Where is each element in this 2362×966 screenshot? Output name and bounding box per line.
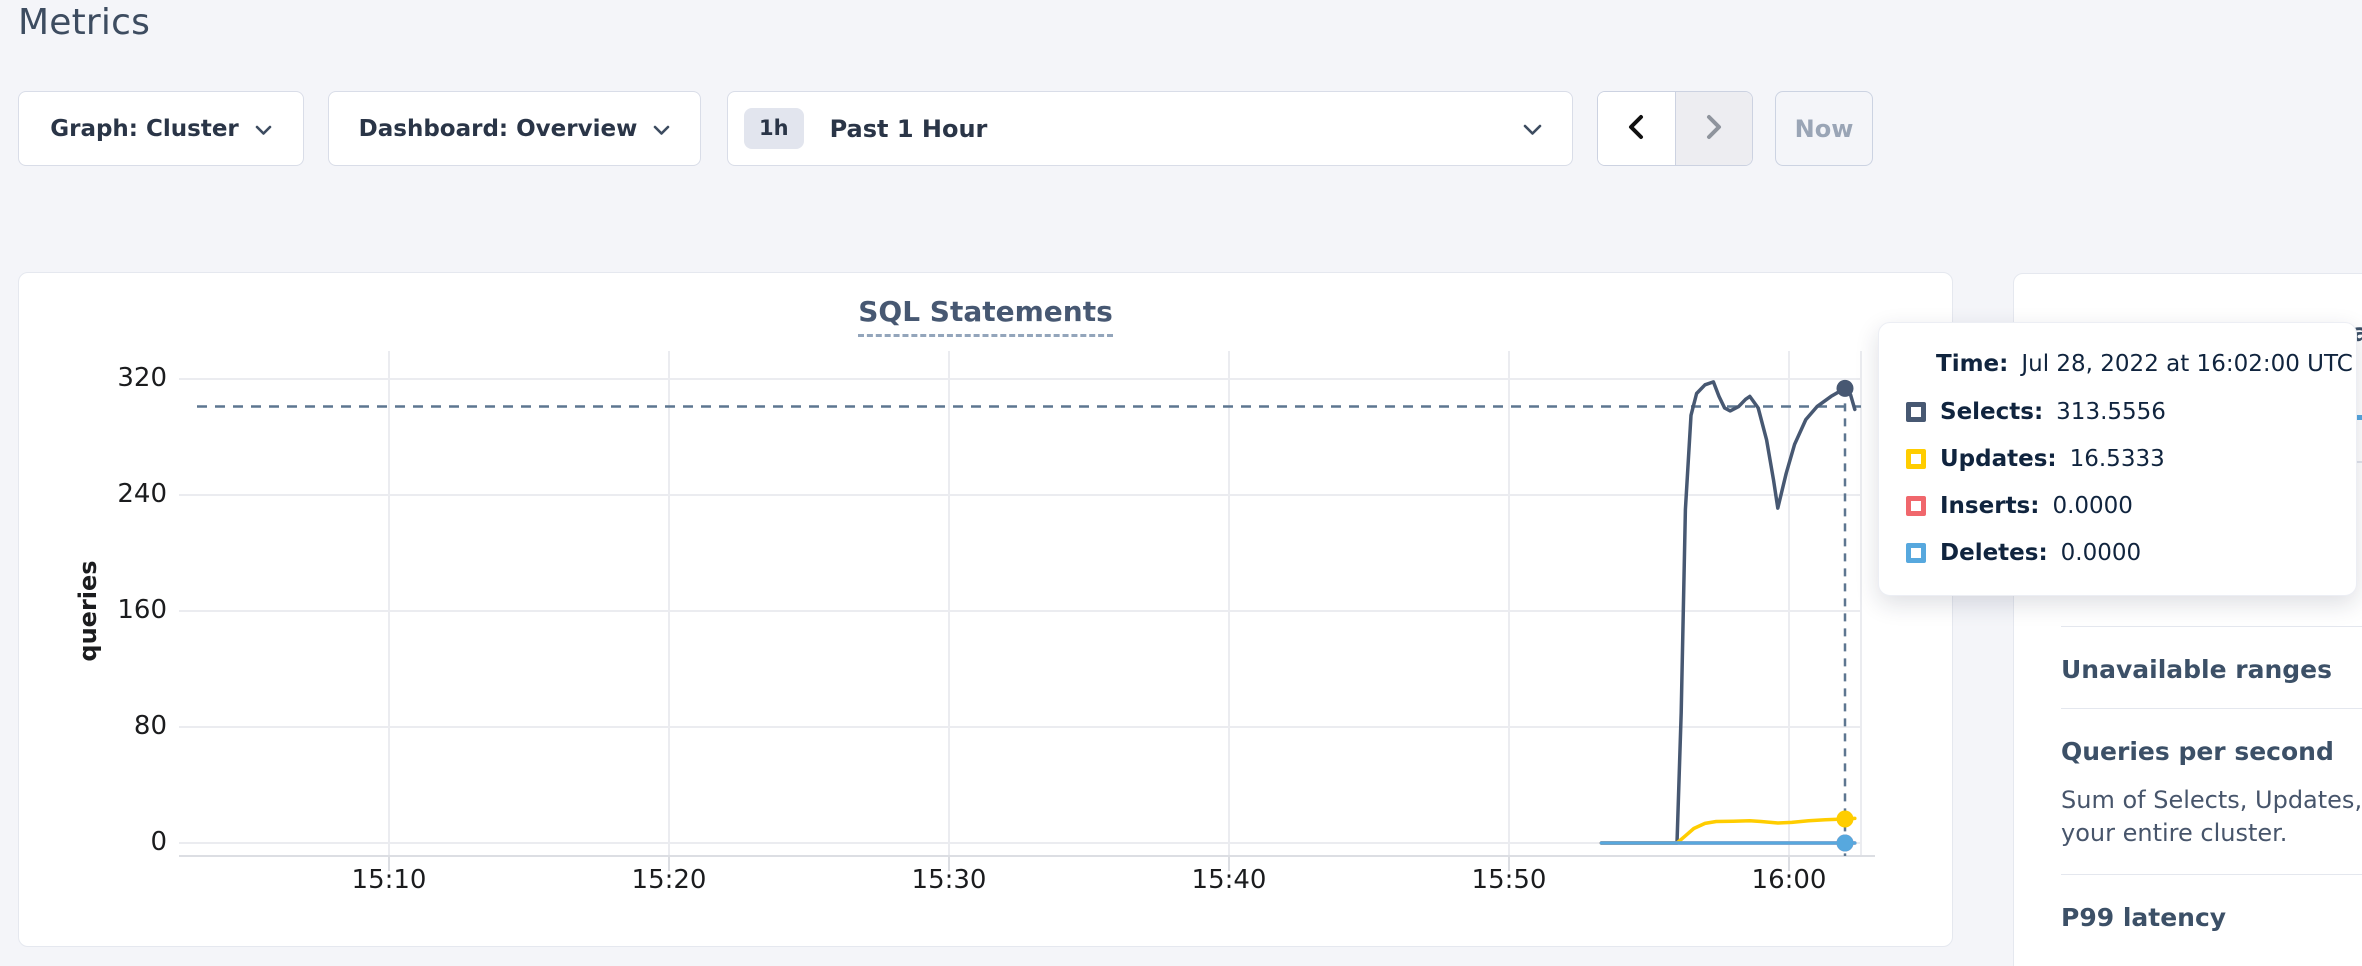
x-axis-tick: 15:50 (1449, 865, 1569, 895)
series-marker-icon (1906, 449, 1926, 469)
sql-statements-chart-card: SQL Statements 320240160800 15:1015:2015… (18, 272, 1953, 947)
chevron-right-icon (1702, 113, 1726, 144)
divider (2061, 874, 2362, 875)
graph-selector[interactable]: Graph: Cluster (18, 91, 304, 166)
chart-title[interactable]: SQL Statements (858, 295, 1113, 337)
x-axis-tick: 15:10 (329, 865, 449, 895)
tooltip-series-row: Selects: 313.5556 (1906, 399, 2356, 425)
time-range-label: Past 1 Hour (830, 115, 1523, 143)
metric-description-text: Sum of Selects, Updates, Inseryour entir… (2061, 784, 2362, 850)
tooltip-time-label: Time: (1936, 351, 2008, 377)
series-marker-icon (1906, 496, 1926, 516)
chevron-down-icon (255, 125, 272, 136)
time-range-badge: 1h (744, 108, 804, 149)
metric-description-title: Queries per second (2061, 737, 2362, 766)
chevron-down-icon (1523, 124, 1542, 136)
y-axis-tick: 320 (19, 363, 167, 393)
time-nav-arrows (1597, 91, 1753, 166)
chevron-left-icon (1624, 113, 1648, 144)
tooltip-series-row: Updates: 16.5333 (1906, 446, 2356, 472)
tooltip-series-label: Selects: (1940, 399, 2043, 425)
next-time-button[interactable] (1675, 92, 1753, 165)
time-range-selector[interactable]: 1h Past 1 Hour (727, 91, 1573, 166)
metric-descriptions: Unavailable ranges Queries per second Sum … (2061, 626, 2362, 932)
divider (2061, 708, 2362, 709)
tooltip-time-row: Time: Jul 28, 2022 at 16:02:00 UTC (1936, 351, 2356, 377)
y-axis-label: queries (72, 536, 104, 686)
tooltip-series-rows: Selects: 313.5556 Updates: 16.5333 Inserts: 0… (1906, 399, 2356, 566)
chart-plot-area[interactable] (19, 273, 1954, 948)
prev-time-button[interactable] (1598, 92, 1675, 165)
tooltip-series-row: Inserts: 0.0000 (1906, 493, 2356, 519)
tooltip-series-row: Deletes: 0.0000 (1906, 540, 2356, 566)
tooltip-series-value: 0.0000 (2061, 540, 2141, 566)
y-axis-tick: 240 (19, 479, 167, 509)
dashboard-selector[interactable]: Dashboard: Overview (328, 91, 701, 166)
tooltip-time-value: Jul 28, 2022 at 16:02:00 UTC (2021, 351, 2352, 377)
chevron-down-icon (653, 125, 670, 136)
page-title: Metrics (18, 2, 150, 43)
chart-tooltip: Time: Jul 28, 2022 at 16:02:00 UTC Select… (1878, 322, 2357, 596)
tooltip-series-label: Updates: (1940, 446, 2057, 472)
x-axis-tick: 16:00 (1729, 865, 1849, 895)
dashboard-selector-label: Dashboard: Overview (359, 116, 638, 142)
tooltip-series-label: Deletes: (1940, 540, 2048, 566)
divider (2061, 626, 2362, 627)
now-button[interactable]: Now (1775, 91, 1873, 166)
metric-description-title: Unavailable ranges (2061, 655, 2362, 684)
series-marker-icon (1906, 402, 1926, 422)
tooltip-series-value: 0.0000 (2052, 493, 2132, 519)
y-axis-tick: 80 (19, 711, 167, 741)
graph-selector-label: Graph: Cluster (50, 116, 239, 142)
metrics-page: Metrics Graph: Cluster Dashboard: Overvi… (0, 0, 2362, 966)
series-marker-icon (1906, 543, 1926, 563)
x-axis-tick: 15:40 (1169, 865, 1289, 895)
chart-title-wrap: SQL Statements (19, 295, 1952, 337)
y-axis-tick: 0 (19, 827, 167, 857)
tooltip-series-value: 313.5556 (2056, 399, 2166, 425)
metric-description-title: P99 latency (2061, 903, 2362, 932)
x-axis-tick: 15:20 (609, 865, 729, 895)
tooltip-series-value: 16.5333 (2070, 446, 2165, 472)
tooltip-series-label: Inserts: (1940, 493, 2039, 519)
x-axis-tick: 15:30 (889, 865, 1009, 895)
